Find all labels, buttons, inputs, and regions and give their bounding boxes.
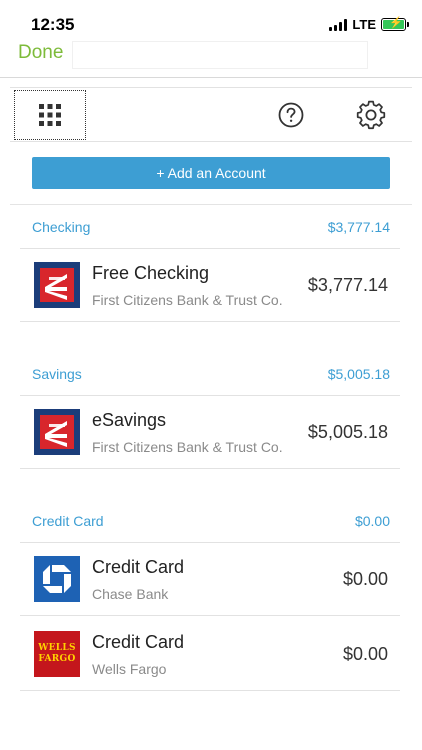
add-account-button[interactable]: + Add an Account — [32, 157, 390, 189]
battery-icon: ⚡ — [381, 17, 409, 31]
nav-bar: Done — [0, 38, 422, 78]
wells-fargo-logo-text: FARGO — [38, 654, 76, 664]
section-name: Savings — [32, 366, 82, 382]
status-indicators: LTE ⚡ — [329, 17, 409, 32]
grid-icon — [39, 104, 61, 126]
account-name: eSavings — [92, 410, 167, 430]
settings-button[interactable] — [354, 98, 388, 132]
status-time: 12:35 — [31, 15, 75, 34]
account-name: Credit Card — [92, 632, 185, 652]
account-row-esavings[interactable]: eSavings First Citizens Bank & Trust Co.… — [20, 395, 400, 469]
first-citizens-logo — [34, 262, 80, 308]
section-name: Credit Card — [32, 513, 104, 529]
section-header-checking: Checking $3,777.14 — [20, 205, 400, 249]
toolbar — [10, 87, 412, 142]
section-total: $3,777.14 — [327, 219, 390, 235]
account-name: Credit Card — [92, 557, 185, 577]
grid-button[interactable] — [14, 90, 86, 140]
wells-fargo-logo-text: WELLS — [38, 643, 76, 653]
account-row-free-checking[interactable]: Free Checking First Citizens Bank & Trus… — [20, 248, 400, 322]
first-citizens-logo — [34, 409, 80, 455]
nav-title-field — [72, 41, 368, 69]
account-institution: First Citizens Bank & Trust Co. — [92, 439, 283, 455]
account-balance: $0.00 — [342, 569, 388, 589]
account-balance: $3,777.14 — [307, 275, 388, 295]
account-institution: Wells Fargo — [92, 661, 167, 677]
gear-icon — [356, 100, 386, 130]
section-header-credit-card: Credit Card $0.00 — [20, 499, 400, 543]
account-balance: $0.00 — [342, 644, 388, 664]
account-name: Free Checking — [92, 263, 210, 283]
section-header-savings: Savings $5,005.18 — [20, 352, 400, 396]
account-balance: $5,005.18 — [307, 422, 388, 442]
account-institution: First Citizens Bank & Trust Co. — [92, 292, 283, 308]
account-institution: Chase Bank — [92, 586, 169, 602]
section-name: Checking — [32, 219, 91, 235]
wells-fargo-logo: WELLS FARGO — [34, 631, 80, 677]
help-button[interactable] — [276, 100, 306, 130]
chase-logo — [34, 556, 80, 602]
help-icon — [278, 102, 304, 128]
signal-icon — [329, 18, 348, 31]
account-row-chase-credit-card[interactable]: Credit Card Chase Bank $0.00 — [20, 542, 400, 616]
account-row-wells-fargo-credit-card[interactable]: WELLS FARGO Credit Card Wells Fargo $0.0… — [20, 617, 400, 691]
done-button[interactable]: Done — [18, 42, 63, 64]
section-total: $5,005.18 — [327, 366, 390, 382]
section-total: $0.00 — [354, 513, 390, 529]
network-label: LTE — [352, 17, 376, 32]
